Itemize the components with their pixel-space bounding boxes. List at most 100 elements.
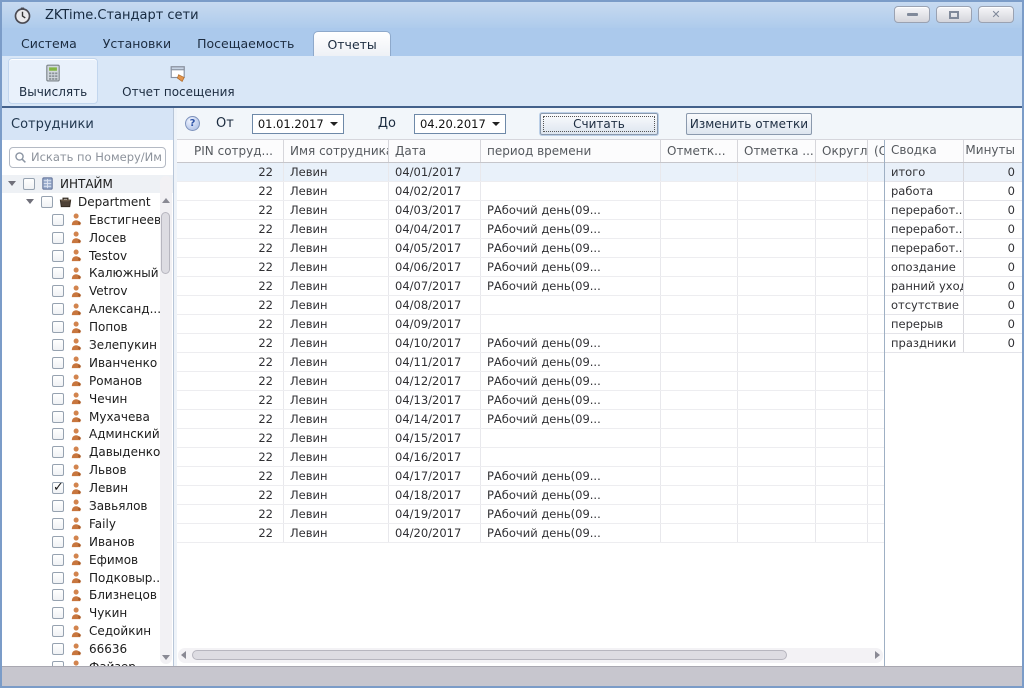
menu-item[interactable]: Посещаемость <box>184 31 307 56</box>
employee-checkbox[interactable] <box>52 339 64 351</box>
employee-checkbox[interactable] <box>52 214 64 226</box>
tree-node-employee[interactable]: Testov <box>2 247 173 265</box>
scroll-left-icon[interactable] <box>181 651 186 659</box>
column-header-period[interactable]: период времени <box>481 140 661 162</box>
column-header-rounded[interactable]: Округлен... <box>816 140 868 162</box>
employee-checkbox[interactable] <box>52 554 64 566</box>
table-row[interactable]: 22 Левин 04/13/2017 РАбочий день(09... <box>177 391 884 410</box>
edit-marks-button[interactable]: Изменить отметки <box>686 113 812 135</box>
scroll-down-icon[interactable] <box>162 655 170 660</box>
table-row[interactable]: 22 Левин 04/10/2017 РАбочий день(09... <box>177 334 884 353</box>
employee-checkbox[interactable] <box>52 250 64 262</box>
table-row[interactable]: 22 Левин 04/09/2017 <box>177 315 884 334</box>
column-header-pin[interactable]: PIN сотруд... <box>177 140 284 162</box>
scroll-up-icon[interactable] <box>162 198 170 203</box>
close-button[interactable]: ✕ <box>978 6 1014 23</box>
tree-node-employee[interactable]: Иванов <box>2 533 173 551</box>
tree-node-employee[interactable]: 66636 <box>2 640 173 658</box>
tree-node-employee[interactable]: Чукин <box>2 604 173 622</box>
employee-checkbox[interactable] <box>52 661 64 666</box>
summary-row[interactable]: переработ... 0 <box>885 239 1022 258</box>
column-header-mark2[interactable]: Отметка ... <box>738 140 816 162</box>
tree-node-employee[interactable]: Мухачева <box>2 408 173 426</box>
tree-node-employee[interactable]: Седойкин <box>2 622 173 640</box>
tree-node-employee[interactable]: Ефимов <box>2 551 173 569</box>
count-button[interactable]: Считать <box>540 113 658 135</box>
employee-checkbox[interactable] <box>52 536 64 548</box>
employee-checkbox[interactable] <box>52 393 64 405</box>
employee-checkbox[interactable] <box>52 321 64 333</box>
summary-row[interactable]: ранний уход 0 <box>885 277 1022 296</box>
from-date-select[interactable]: 01.01.2017 <box>252 114 344 134</box>
tree-node-employee[interactable]: Романов <box>2 372 173 390</box>
tree-node-department[interactable]: Department <box>2 193 173 211</box>
employee-checkbox[interactable] <box>52 518 64 530</box>
menu-item[interactable]: Система <box>8 31 90 56</box>
summary-row[interactable]: перерыв 0 <box>885 315 1022 334</box>
tree-node-employee[interactable]: Vetrov <box>2 282 173 300</box>
tree-node-employee[interactable]: Лосев <box>2 229 173 247</box>
summary-column-header[interactable]: Сводка <box>885 140 964 162</box>
employee-checkbox[interactable] <box>52 428 64 440</box>
table-row[interactable]: 22 Левин 04/05/2017 РАбочий день(09... <box>177 239 884 258</box>
employee-checkbox[interactable] <box>52 375 64 387</box>
employee-checkbox[interactable] <box>52 285 64 297</box>
scroll-right-icon[interactable] <box>875 651 880 659</box>
menu-item[interactable]: Установки <box>90 31 184 56</box>
tree-node-employee[interactable]: Попов <box>2 318 173 336</box>
employee-checkbox[interactable] <box>52 482 64 494</box>
employee-checkbox[interactable] <box>52 572 64 584</box>
table-row[interactable]: 22 Левин 04/06/2017 РАбочий день(09... <box>177 258 884 277</box>
summary-row[interactable]: переработ... 0 <box>885 220 1022 239</box>
summary-row[interactable]: итого 0 <box>885 163 1022 182</box>
table-row[interactable]: 22 Левин 04/11/2017 РАбочий день(09... <box>177 353 884 372</box>
column-header-mark1[interactable]: Отметк... <box>661 140 738 162</box>
horizontal-scrollbar-thumb[interactable] <box>192 650 787 660</box>
table-row[interactable]: 22 Левин 04/16/2017 <box>177 448 884 467</box>
tree-node-employee[interactable]: Зелепукин <box>2 336 173 354</box>
department-checkbox[interactable] <box>41 196 53 208</box>
column-header-clipped[interactable]: (О <box>868 140 884 162</box>
summary-row[interactable]: работа 0 <box>885 182 1022 201</box>
tree-node-employee[interactable]: Подковыр... <box>2 569 173 587</box>
tree-node-employee[interactable]: Иванченко <box>2 354 173 372</box>
table-row[interactable]: 22 Левин 04/02/2017 <box>177 182 884 201</box>
search-input[interactable] <box>31 150 161 164</box>
employee-checkbox[interactable] <box>52 357 64 369</box>
maximize-button[interactable] <box>936 6 972 23</box>
employee-checkbox[interactable] <box>52 607 64 619</box>
to-date-select[interactable]: 04.20.2017 <box>414 114 506 134</box>
employee-checkbox[interactable] <box>52 643 64 655</box>
table-row[interactable]: 22 Левин 04/14/2017 РАбочий день(09... <box>177 410 884 429</box>
tree-node-company[interactable]: ИНТАЙМ <box>2 175 173 193</box>
tree-node-employee[interactable]: Евстигнеев <box>2 211 173 229</box>
minimize-button[interactable] <box>894 6 930 23</box>
tree-node-employee[interactable]: Чечин <box>2 390 173 408</box>
table-row[interactable]: 22 Левин 04/01/2017 <box>177 163 884 182</box>
column-header-name[interactable]: Имя сотрудника <box>284 140 389 162</box>
table-row[interactable]: 22 Левин 04/12/2017 РАбочий день(09... <box>177 372 884 391</box>
employee-checkbox[interactable] <box>52 267 64 279</box>
summary-row[interactable]: опоздание 0 <box>885 258 1022 277</box>
tree-node-employee[interactable]: Давыденко <box>2 443 173 461</box>
help-icon[interactable]: ? <box>185 116 200 131</box>
tree-scrollbar[interactable] <box>160 176 172 664</box>
tree-node-employee[interactable]: Завьялов <box>2 497 173 515</box>
minutes-column-header[interactable]: Минуты <box>964 140 1022 162</box>
tree-node-employee[interactable]: Львов <box>2 461 173 479</box>
table-row[interactable]: 22 Левин 04/04/2017 РАбочий день(09... <box>177 220 884 239</box>
employee-checkbox[interactable] <box>52 625 64 637</box>
table-row[interactable]: 22 Левин 04/19/2017 РАбочий день(09... <box>177 505 884 524</box>
company-checkbox[interactable] <box>23 178 35 190</box>
tree-node-employee[interactable]: Александ... <box>2 300 173 318</box>
table-row[interactable]: 22 Левин 04/07/2017 РАбочий день(09... <box>177 277 884 296</box>
table-row[interactable]: 22 Левин 04/17/2017 РАбочий день(09... <box>177 467 884 486</box>
tree-scrollbar-thumb[interactable] <box>161 212 170 274</box>
employee-checkbox[interactable] <box>52 500 64 512</box>
expand-arrow-icon[interactable] <box>8 181 16 186</box>
summary-row[interactable]: праздники 0 <box>885 334 1022 353</box>
table-row[interactable]: 22 Левин 04/08/2017 <box>177 296 884 315</box>
summary-row[interactable]: переработ... 0 <box>885 201 1022 220</box>
tree-node-employee[interactable]: Близнецов <box>2 586 173 604</box>
tree-node-employee[interactable]: Калюжный <box>2 264 173 282</box>
